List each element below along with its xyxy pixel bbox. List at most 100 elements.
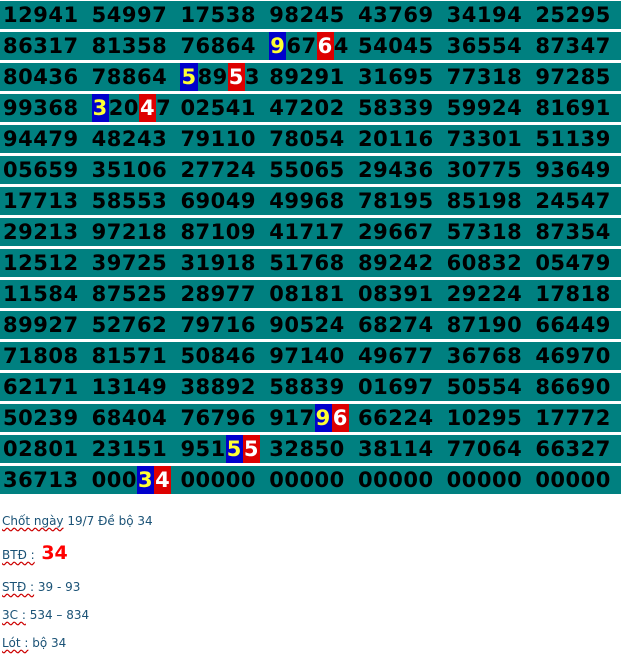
digits: 77064: [446, 437, 523, 461]
grid-cell: 68404: [88, 404, 178, 432]
grid-cell: 78864: [88, 63, 178, 91]
grid-cell: 54997: [88, 1, 178, 29]
grid-cell: 08391: [355, 280, 444, 308]
digits: 49677: [358, 344, 434, 368]
grid-row: 89927 52762 79716 90524 68274 87190 66449: [0, 311, 621, 339]
digits: 78195: [358, 189, 434, 213]
grid-cell: 23151: [88, 435, 178, 463]
grid-cell: 00000: [177, 466, 267, 494]
digits: 12512: [3, 251, 79, 275]
digits: 05659: [3, 158, 79, 182]
digits: 87109: [180, 220, 256, 244]
digits: 81358: [91, 34, 168, 58]
digits: 52762: [91, 313, 168, 337]
digits: 90524: [269, 313, 345, 337]
chot-line: Chốt ngày 19/7 Đề bộ 34: [2, 514, 153, 528]
grid-cell: 29213: [0, 218, 89, 246]
grid-cell: 01697: [355, 373, 444, 401]
digits: 11584: [3, 282, 79, 306]
digits: 66327: [535, 437, 611, 461]
digits: 17538: [180, 3, 256, 27]
grid-cell: 17818: [532, 280, 621, 308]
digits: 38892: [180, 375, 256, 399]
digits: 80436: [3, 65, 79, 89]
grid-cell: 02541: [177, 94, 267, 122]
digits: 41717: [269, 220, 345, 244]
digits: 73301: [446, 127, 523, 151]
digits: 89291: [269, 65, 345, 89]
digits: 46970: [535, 344, 611, 368]
digits: 51139: [535, 127, 611, 151]
grid-cell: 97140: [266, 342, 355, 370]
digits: 62171: [3, 375, 79, 399]
grid-cell: 25295: [532, 1, 621, 29]
grid-cell: 34194: [443, 1, 533, 29]
grid-cell: 32850: [266, 435, 355, 463]
chot-label: Chốt ngày: [2, 514, 64, 528]
grid-cell: 89291: [266, 63, 355, 91]
grid-cell: 43769: [355, 1, 444, 29]
grid-row: 80436 78864 58953 89291 31695 77318 97285: [0, 63, 621, 91]
grid-cell: 55065: [266, 156, 355, 184]
digits: 76864: [180, 34, 256, 58]
grid-cell: 87190: [443, 311, 533, 339]
digits: 97140: [269, 344, 345, 368]
highlight-digit-blue: 3: [137, 466, 155, 494]
grid-cell: 66224: [355, 404, 444, 432]
grid-cell: 38114: [355, 435, 444, 463]
grid-cell: 00000: [532, 466, 621, 494]
digits: 54997: [91, 3, 168, 27]
grid-row: 94479 48243 79110 78054 20116 73301 51139: [0, 125, 621, 153]
digits: 00000: [535, 468, 611, 492]
grid-cell: 05479: [532, 249, 621, 277]
lot-line: Lót : bộ 34: [2, 636, 66, 650]
digits: 00000: [269, 468, 345, 492]
digits: 89927: [3, 313, 79, 337]
grid-cell: 46970: [532, 342, 621, 370]
grid-row: 12941 54997 17538 98245 43769 34194 25295: [0, 1, 621, 29]
digits: 32850: [269, 437, 345, 461]
grid-cell: 02801: [0, 435, 89, 463]
digits: 23151: [91, 437, 168, 461]
digits: 10295: [446, 406, 523, 430]
highlight-digit-blue: 3: [91, 94, 109, 122]
digits: 93649: [535, 158, 611, 182]
highlight-digit-red: 5: [242, 435, 261, 463]
grid-row: 86317 81358 76864 96764 54045 36554 87347: [0, 32, 621, 60]
grid-cell: 66449: [532, 311, 621, 339]
grid-cell: 87109: [177, 218, 267, 246]
digits: 29224: [446, 282, 523, 306]
std-value: 39 - 93: [34, 580, 81, 594]
digits: 89: [197, 65, 228, 89]
digits: 3: [244, 65, 261, 89]
grid-cell: 59924: [443, 94, 533, 122]
highlight-digit-blue: 5: [225, 435, 243, 463]
digits: 58839: [269, 375, 345, 399]
grid-cell: 89242: [355, 249, 444, 277]
grid-cell: 00000: [443, 466, 533, 494]
grid-cell: 79110: [177, 125, 267, 153]
digits: 20116: [358, 127, 434, 151]
digits: 76796: [180, 406, 256, 430]
grid-cell: 54045: [355, 32, 444, 60]
grid-cell: 81571: [88, 342, 178, 370]
grid-row: 62171 13149 38892 58839 01697 50554 86690: [0, 373, 621, 401]
digits: 71808: [3, 344, 79, 368]
digits: 94479: [3, 127, 79, 151]
grid-cell: 76864: [177, 32, 267, 60]
digits: 7: [156, 96, 172, 120]
grid-cell: 00000: [355, 466, 444, 494]
grid-cell: 87347: [532, 32, 621, 60]
digits: 31918: [180, 251, 256, 275]
digits: 79716: [180, 313, 256, 337]
grid-cell: 30775: [443, 156, 533, 184]
grid-cell: 77318: [443, 63, 533, 91]
digits: 58553: [91, 189, 168, 213]
grid-cell: 38892: [177, 373, 267, 401]
grid-cell: 20116: [355, 125, 444, 153]
grid-cell: 12512: [0, 249, 89, 277]
btd-line: BTĐ : 34: [2, 542, 68, 564]
grid-cell: 90524: [266, 311, 355, 339]
digits: 97285: [535, 65, 611, 89]
grid-row: 12512 39725 31918 51768 89242 60832 05479: [0, 249, 621, 277]
